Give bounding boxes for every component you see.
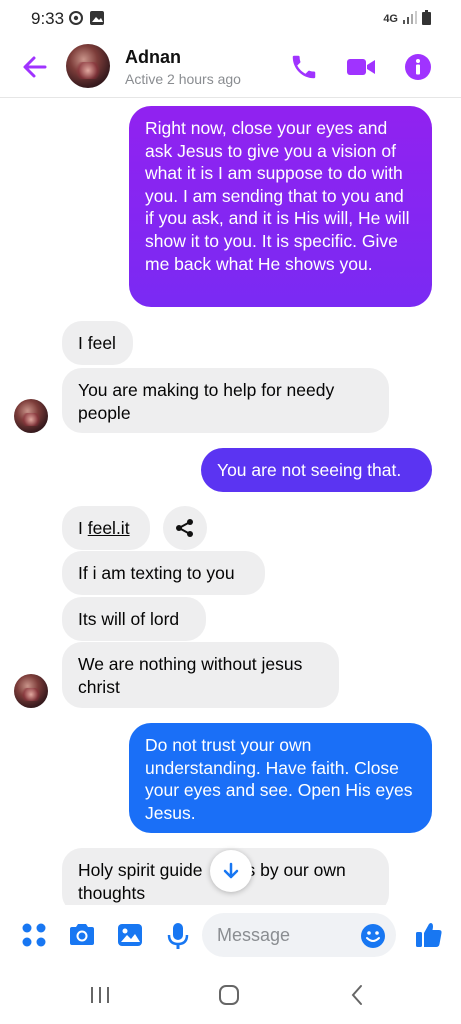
- info-icon: [405, 54, 431, 80]
- sync-icon: [68, 10, 84, 31]
- battery-icon: [422, 10, 431, 28]
- emoji-icon: [361, 924, 385, 948]
- message-link[interactable]: feel.it: [88, 518, 130, 538]
- contact-name[interactable]: Adnan: [125, 47, 181, 68]
- message-text: You are making to help for needy people: [78, 380, 335, 423]
- system-back-button[interactable]: [344, 981, 372, 1009]
- status-right: 4G: [383, 10, 431, 28]
- status-time: 9:33: [31, 9, 65, 28]
- outgoing-message[interactable]: You are not seeing that.: [201, 448, 432, 492]
- back-button[interactable]: [20, 52, 50, 82]
- message-composer: [0, 905, 461, 967]
- back-arrow-icon: [23, 56, 47, 78]
- network-label: 4G: [383, 13, 398, 25]
- thumbs-up-icon: [416, 923, 442, 947]
- microphone-icon: [167, 923, 189, 949]
- system-navigation-bar: [0, 967, 461, 1024]
- video-call-button[interactable]: [345, 52, 375, 82]
- video-icon: [347, 59, 375, 75]
- message-text: We are nothing without jesus christ: [78, 654, 303, 697]
- message-text: If i am texting to you: [78, 563, 235, 583]
- contact-avatar[interactable]: [66, 44, 110, 88]
- message-text-prefix: I: [78, 518, 88, 538]
- arrow-down-icon: [223, 862, 239, 879]
- recent-apps-button[interactable]: [86, 981, 114, 1009]
- thumbs-up-button[interactable]: [414, 920, 444, 950]
- info-button[interactable]: [403, 52, 433, 82]
- chevron-left-icon: [351, 985, 362, 1005]
- home-icon: [219, 985, 239, 1005]
- gallery-icon: [118, 924, 142, 946]
- outgoing-message[interactable]: Do not trust your own understanding. Hav…: [129, 723, 432, 833]
- voice-message-button[interactable]: [164, 921, 194, 951]
- share-button[interactable]: [163, 506, 207, 550]
- home-button[interactable]: [215, 981, 243, 1009]
- scroll-to-bottom-button[interactable]: [210, 850, 252, 892]
- chat-header: Adnan Active 2 hours ago: [0, 38, 461, 98]
- incoming-message[interactable]: If i am texting to you: [62, 551, 265, 595]
- gallery-notification-icon: [89, 10, 105, 31]
- message-text: You are not seeing that.: [217, 460, 402, 480]
- message-text: I feel: [78, 333, 116, 353]
- message-text-part1: Holy spirit guide: [78, 860, 203, 880]
- message-text-part3: thoughts: [78, 882, 146, 903]
- emoji-button[interactable]: [360, 923, 386, 949]
- contact-active-status: Active 2 hours ago: [125, 71, 241, 87]
- incoming-message[interactable]: I feel.it: [62, 506, 150, 550]
- message-text-part2: s by our own: [246, 860, 346, 880]
- incoming-message[interactable]: I feel: [62, 321, 133, 365]
- message-text: Right now, close your eyes and ask Jesus…: [145, 118, 410, 274]
- camera-button[interactable]: [67, 921, 97, 951]
- recent-apps-icon: [91, 987, 109, 1003]
- apps-button[interactable]: [20, 921, 50, 951]
- share-icon: [176, 519, 193, 537]
- apps-icon: [22, 923, 46, 947]
- camera-icon: [70, 924, 94, 945]
- message-text: Do not trust your own understanding. Hav…: [145, 735, 413, 823]
- incoming-message[interactable]: We are nothing without jesus christ: [62, 642, 339, 708]
- outgoing-message[interactable]: Right now, close your eyes and ask Jesus…: [129, 106, 432, 307]
- signal-icon: [402, 10, 418, 28]
- incoming-message[interactable]: Its will of lord: [62, 597, 206, 641]
- voice-call-button[interactable]: [289, 52, 319, 82]
- status-bar: 9:33 4G: [0, 0, 461, 38]
- message-text: Its will of lord: [78, 609, 180, 629]
- gallery-button[interactable]: [116, 921, 146, 951]
- incoming-message[interactable]: You are making to help for needy people: [62, 368, 389, 433]
- phone-icon: [292, 55, 316, 79]
- sender-avatar[interactable]: [14, 399, 48, 433]
- sender-avatar[interactable]: [14, 674, 48, 708]
